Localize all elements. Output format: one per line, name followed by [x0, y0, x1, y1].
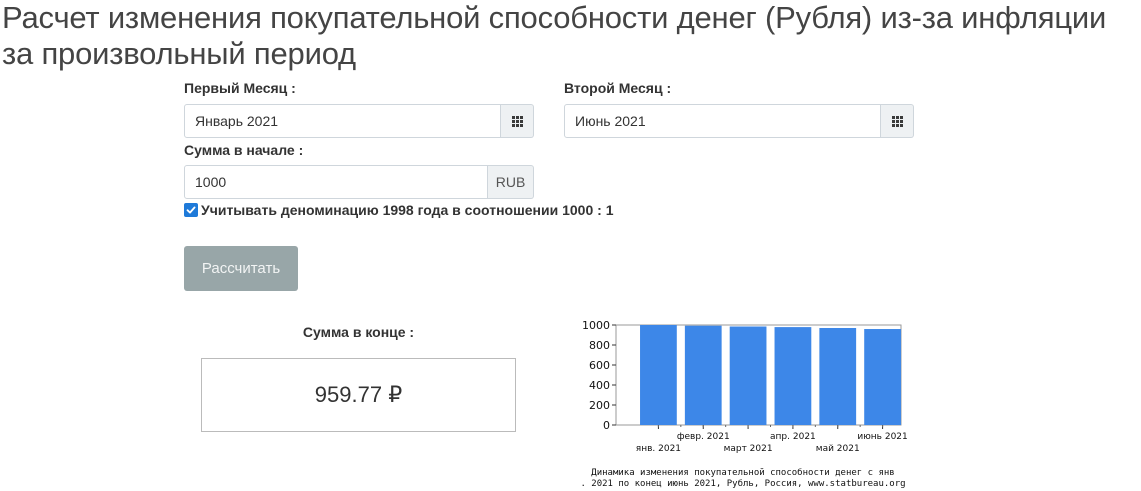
chart-caption-line: Динамика изменения покупательной способн… [591, 468, 895, 478]
bar [684, 325, 722, 425]
y-tick-label: 600 [589, 359, 610, 372]
x-tick-label: янв. 2021 [636, 444, 681, 454]
y-tick-label: 800 [589, 339, 610, 352]
currency-addon: RUB [488, 165, 534, 199]
check-icon [186, 206, 196, 214]
y-tick-label: 1000 [582, 319, 610, 332]
x-tick-label: июнь 2021 [857, 432, 907, 442]
y-tick-label: 400 [589, 379, 610, 392]
result-value: 959.77 ₽ [201, 358, 516, 432]
y-tick-label: 200 [589, 399, 610, 412]
second-month-input[interactable] [564, 104, 881, 138]
start-amount-label: Сумма в начале : [184, 142, 304, 158]
chart-caption: Динамика изменения покупательной способн… [568, 468, 918, 490]
calculate-button[interactable]: Рассчитать [184, 246, 298, 291]
x-tick-label: апр. 2021 [770, 432, 816, 442]
first-month-group [184, 104, 534, 138]
x-tick-label: февр. 2021 [677, 432, 730, 442]
second-month-calendar-button[interactable] [881, 104, 914, 138]
calendar-icon [511, 115, 523, 127]
bar [774, 327, 812, 425]
purchasing-power-chart: 0 200 400 600 800 1000 янв. 2021 февр. 2021 март… [582, 319, 908, 454]
first-month-label: Первый Месяц : [184, 80, 296, 96]
bar [640, 325, 677, 425]
start-amount-input[interactable] [184, 165, 488, 199]
denomination-checkbox[interactable] [184, 203, 198, 217]
calendar-icon [891, 115, 903, 127]
result-label: Сумма в конце : [302, 324, 415, 340]
first-month-calendar-button[interactable] [501, 104, 534, 138]
bar [729, 326, 767, 425]
bar [819, 328, 857, 425]
x-tick-label: май 2021 [816, 444, 860, 454]
y-tick-label: 0 [603, 419, 610, 432]
start-amount-group: RUB [184, 165, 534, 199]
bar [864, 329, 901, 425]
denomination-label: Учитывать деноминацию 1998 года в соотно… [201, 202, 614, 218]
x-tick-label: март 2021 [724, 444, 773, 454]
denomination-option[interactable]: Учитывать деноминацию 1998 года в соотно… [184, 202, 613, 218]
second-month-label: Второй Месяц : [564, 80, 672, 96]
page-title: Расчет изменения покупательной способнос… [2, 0, 1107, 71]
second-month-group [564, 104, 914, 138]
chart-caption-line: . 2021 по конец июнь 2021, Рубль, Россия… [580, 479, 906, 489]
first-month-input[interactable] [184, 104, 501, 138]
